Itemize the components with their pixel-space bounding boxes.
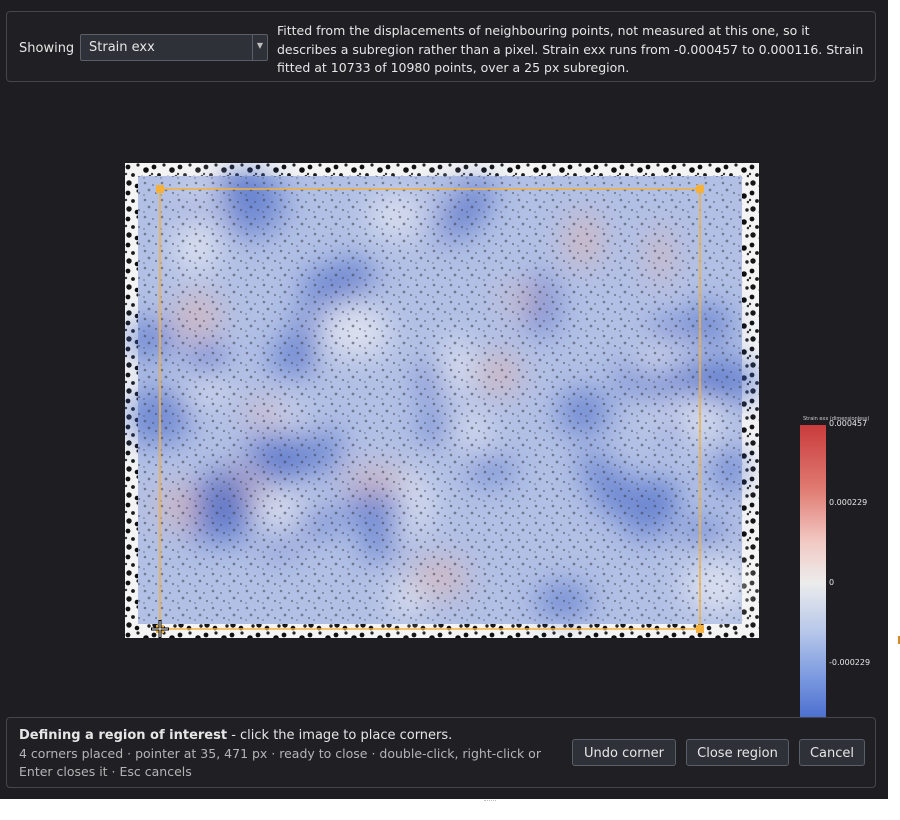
field-description: Fitted from the displacements of neighbo… (277, 23, 864, 75)
colorbar-label-high: 0.000229 (829, 498, 868, 507)
speckle-foreground (138, 176, 742, 624)
undo-corner-button[interactable]: Undo corner (572, 739, 676, 766)
showing-label: Showing (19, 41, 75, 56)
roi-status-panel: Defining a region of interest - click th… (6, 717, 876, 788)
resize-grip[interactable] (484, 800, 496, 804)
colorbar-label-zero: 0 (829, 578, 835, 587)
strain-overlay-image[interactable] (125, 163, 759, 638)
roi-title: Defining a region of interest - click th… (19, 728, 452, 743)
field-select-value: Strain exx (89, 40, 155, 55)
field-select[interactable]: Strain exx ▼ (80, 34, 268, 61)
cancel-button[interactable]: Cancel (799, 739, 865, 766)
roi-corner-handle-2[interactable] (696, 185, 704, 193)
colorbar (800, 425, 826, 717)
colorbar-label-low: -0.000229 (829, 658, 871, 667)
image-viewer[interactable] (125, 163, 759, 638)
colorbar-label-max: 0.000457 (829, 419, 868, 428)
roi-corner-handle-3[interactable] (696, 625, 704, 633)
roi-title-rest: - click the image to place corners. (227, 728, 453, 743)
close-region-button[interactable]: Close region (686, 739, 789, 766)
app-window: Showing Strain exx ▼ Fitted from the dis… (0, 0, 888, 799)
roi-status-detail: 4 corners placed · pointer at 35, 471 px… (19, 746, 541, 779)
field-toolbar: Showing Strain exx ▼ Fitted from the dis… (6, 11, 876, 82)
roi-corner-handle-1[interactable] (156, 185, 164, 193)
chevron-down-icon: ▼ (256, 41, 264, 50)
roi-title-bold: Defining a region of interest (19, 728, 228, 743)
